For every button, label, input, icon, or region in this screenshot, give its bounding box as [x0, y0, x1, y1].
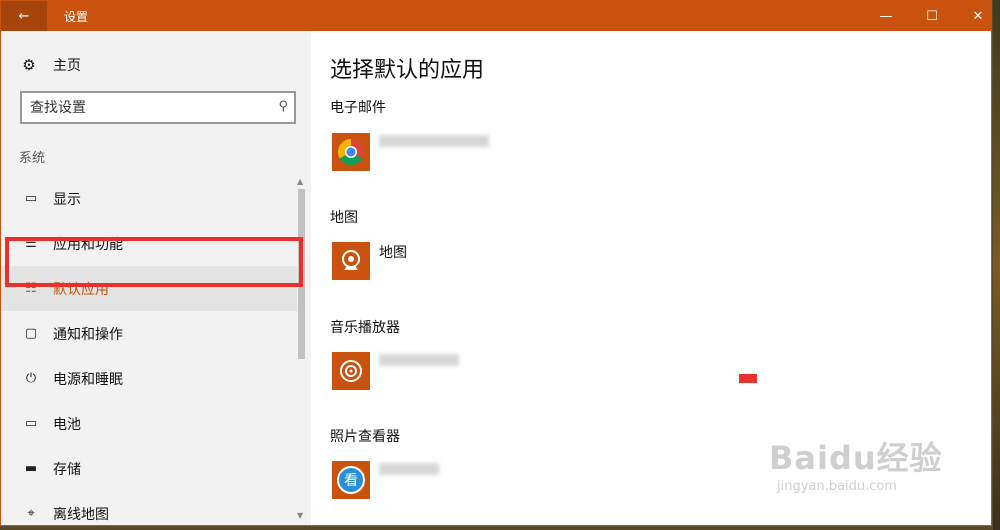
default-maps-app[interactable]: 地图 [332, 242, 407, 280]
category-music-label: 音乐播放器 [330, 320, 400, 336]
sidebar-item-power-sleep[interactable]: ⏻ 电源和睡眠 [1, 356, 297, 401]
settings-window: ← 设置 — ☐ ✕ ⚙ 主页 ⚲ 系统 ▭ 显示 ☰ [0, 0, 992, 526]
title-bar: ← 设置 — ☐ ✕ [1, 1, 991, 31]
power-icon: ⏻ [25, 371, 37, 386]
baidu-watermark: Baidu经验 jingyan.baidu.com [769, 433, 943, 494]
sidebar-item-label: 默认应用 [53, 281, 109, 298]
sidebar-item-label: 应用和功能 [53, 236, 123, 253]
sidebar-item-label: 显示 [53, 191, 81, 208]
search-box[interactable]: ⚲ [20, 91, 296, 124]
sidebar-home[interactable]: ⚙ 主页 [21, 55, 81, 75]
category-photo-label: 照片查看器 [330, 429, 400, 445]
home-label: 主页 [53, 58, 81, 74]
sidebar: ⚙ 主页 ⚲ 系统 ▭ 显示 ☰ 应用和功能 ☷ 默认应用 ▢ 通知和操作 [1, 31, 311, 525]
page-title: 选择默认的应用 [330, 58, 485, 83]
annotation-red-mark [739, 374, 757, 383]
sidebar-item-label: 电源和睡眠 [53, 371, 123, 388]
sidebar-item-default-apps[interactable]: ☷ 默认应用 [1, 266, 297, 311]
minimize-button[interactable]: — [863, 1, 909, 31]
search-input[interactable] [22, 93, 262, 122]
sidebar-item-battery[interactable]: ▭ 电池 [1, 401, 297, 446]
sidebar-item-label: 离线地图 [53, 506, 109, 523]
minimize-icon: — [879, 8, 893, 24]
sidebar-item-storage[interactable]: ▬ 存储 [1, 446, 297, 491]
battery-icon: ▭ [24, 416, 38, 431]
scroll-down-icon[interactable]: ▼ [297, 511, 303, 520]
sidebar-nav: ▭ 显示 ☰ 应用和功能 ☷ 默认应用 ▢ 通知和操作 ⏻ 电源和睡眠 ▭ 电池 [1, 176, 297, 525]
default-apps-icon: ☷ [25, 281, 37, 296]
app-name-music [379, 354, 459, 370]
map-icon: ⌖ [27, 506, 35, 521]
search-icon[interactable]: ⚲ [278, 99, 288, 114]
scroll-up-icon[interactable]: ▲ [297, 177, 303, 186]
gear-icon: ⚙ [22, 56, 36, 74]
monitor-icon: ▭ [24, 191, 38, 206]
desktop-background [993, 0, 1000, 530]
sidebar-item-offline-maps[interactable]: ⌖ 离线地图 [1, 491, 297, 525]
app-name-photo [379, 463, 439, 479]
app-name-email [379, 135, 489, 151]
svg-text:看: 看 [344, 473, 358, 489]
list-icon: ☰ [25, 236, 37, 251]
sidebar-item-label: 存储 [53, 461, 81, 478]
app-name-maps: 地图 [379, 245, 407, 261]
storage-icon: ▬ [24, 461, 38, 476]
photo-viewer-icon: 看 [332, 461, 370, 499]
default-photo-app[interactable]: 看 [332, 461, 439, 499]
category-maps-label: 地图 [330, 210, 358, 226]
sidebar-item-notifications[interactable]: ▢ 通知和操作 [1, 311, 297, 356]
window-title: 设置 [64, 10, 89, 24]
back-arrow-icon: ← [18, 8, 30, 24]
sidebar-item-display[interactable]: ▭ 显示 [1, 176, 297, 221]
sidebar-item-label: 电池 [53, 416, 81, 433]
watermark-logo: Baidu经验 [769, 439, 943, 477]
sidebar-scrollbar[interactable]: ▲ ▼ [297, 177, 307, 521]
close-button[interactable]: ✕ [955, 1, 991, 31]
default-music-app[interactable] [332, 352, 459, 390]
back-button[interactable]: ← [1, 1, 47, 31]
section-label-system: 系统 [19, 151, 46, 166]
maximize-icon: ☐ [926, 8, 938, 24]
category-email-label: 电子邮件 [330, 100, 386, 116]
chrome-icon [332, 133, 370, 171]
close-icon: ✕ [972, 8, 984, 24]
sidebar-item-label: 通知和操作 [53, 326, 123, 343]
default-email-app[interactable] [332, 133, 489, 171]
music-icon [332, 352, 370, 390]
watermark-url: jingyan.baidu.com [777, 479, 897, 494]
sidebar-item-apps-features[interactable]: ☰ 应用和功能 [1, 221, 297, 266]
notification-icon: ▢ [24, 326, 38, 341]
maximize-button[interactable]: ☐ [909, 1, 955, 31]
maps-icon [332, 242, 370, 280]
scroll-thumb[interactable] [298, 189, 305, 359]
